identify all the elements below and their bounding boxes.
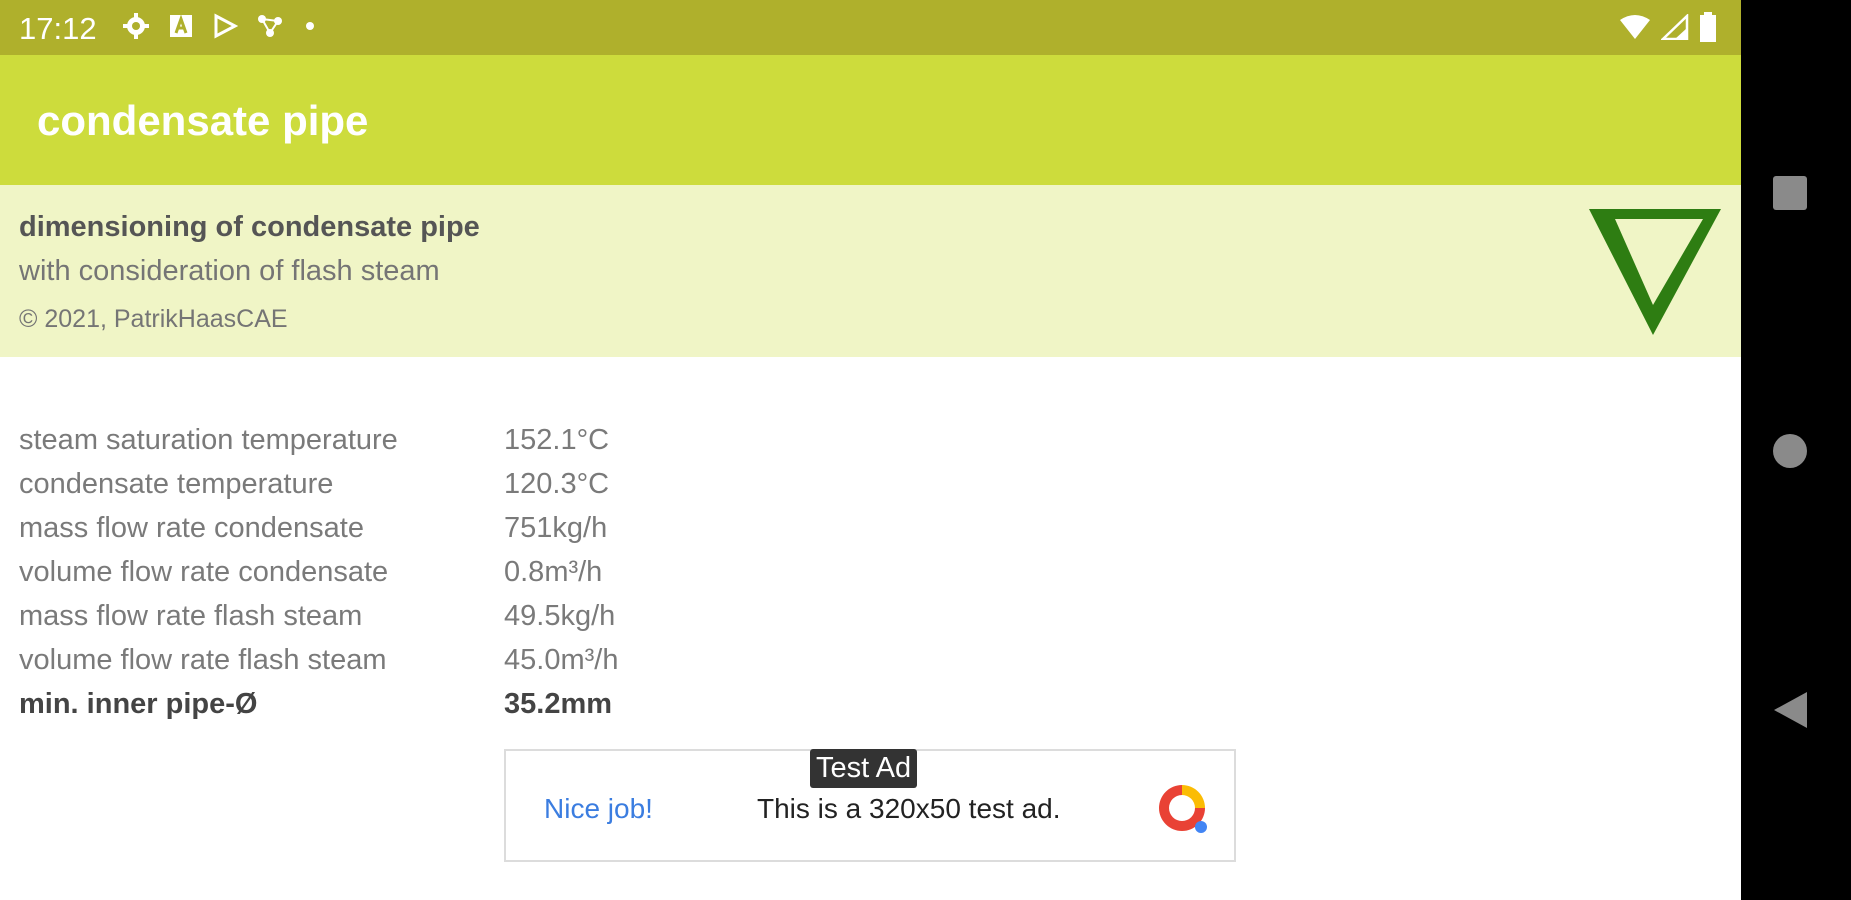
triangle-logo-icon [1589,209,1721,335]
result-label: volume flow rate condensate [19,556,389,588]
dot-icon [306,22,314,30]
app-bar: condensate pipe [0,55,1741,185]
result-value: 45.0m³/h [504,644,619,676]
header-panel: dimensioning of condensate pipe with con… [0,185,1741,357]
test-ad-banner[interactable]: Test Ad Nice job! This is a 320x50 test … [504,749,1236,862]
result-label: volume flow rate flash steam [19,644,387,676]
status-right-icons [1619,12,1717,42]
result-value: 751kg/h [504,512,608,544]
result-value: 49.5kg/h [504,600,616,632]
play-icon [214,13,238,39]
ad-logo-icon [1159,785,1207,833]
status-icons [122,12,316,40]
copyright-text: © 2021, PatrikHaasCAE [19,305,288,333]
wifi-icon [1620,15,1650,39]
square-icon[interactable] [1771,174,1809,212]
result-label: mass flow rate condensate [19,512,364,544]
result-value: 35.2mm [504,688,613,720]
result-value: 152.1°C [504,424,610,456]
signal-icon [1661,14,1689,40]
circle-icon[interactable] [1771,432,1809,470]
header-title: dimensioning of condensate pipe [19,211,480,243]
back-triangle-icon[interactable] [1771,690,1809,730]
app-screen: 17:12 condensate pipe dimensioning of co… [0,0,1741,900]
status-time: 17:12 [19,11,97,46]
ad-headline[interactable]: Nice job! [544,793,653,825]
status-bar: 17:12 [0,0,1741,55]
result-value: 0.8m³/h [504,556,603,588]
result-value: 120.3°C [504,468,610,500]
gear-icon [123,13,149,39]
nodes-icon [258,15,282,37]
battery-icon [1700,12,1716,42]
a-icon [170,14,192,37]
result-label: min. inner pipe-Ø [19,688,258,720]
result-label: mass flow rate flash steam [19,600,363,632]
header-subtitle: with consideration of flash steam [19,255,440,287]
result-label: condensate temperature [19,468,334,500]
result-label: steam saturation temperature [19,424,398,456]
ad-badge: Test Ad [810,749,918,788]
ad-text: This is a 320x50 test ad. [757,793,1061,824]
navigation-bar [1741,0,1851,900]
app-title: condensate pipe [37,97,369,144]
